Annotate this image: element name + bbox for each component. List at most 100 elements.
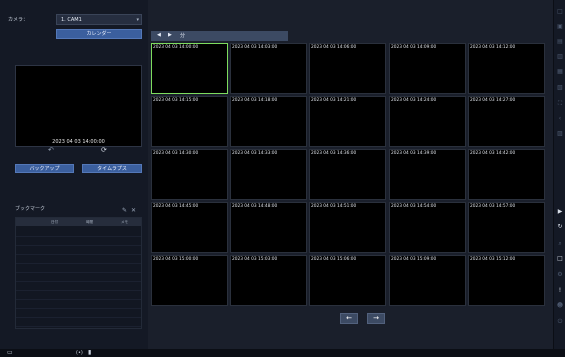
layout-custom-icon[interactable]: ▦ (556, 68, 564, 76)
thumbnail-cell[interactable]: 2023 04 03 15:06:00 (309, 255, 386, 306)
thumbnail-cell[interactable]: 2023 04 03 14:39:00 (389, 149, 466, 200)
thumbnail-timestamp: 2023 04 03 15:06:00 (311, 257, 357, 262)
thumbnail-timestamp: 2023 04 03 14:54:00 (391, 204, 437, 209)
page-prev-button[interactable]: ← (340, 313, 358, 324)
user-icon[interactable]: ☻ (556, 302, 564, 310)
thumbnail-timestamp: 2023 04 03 14:09:00 (391, 45, 437, 50)
thumbnail-timestamp: 2023 04 03 14:18:00 (232, 98, 278, 103)
layout-9-icon[interactable]: ▤ (556, 38, 564, 46)
thumbnail-timestamp: 2023 04 03 15:03:00 (232, 257, 278, 262)
thumbnail-timestamp: 2023 04 03 14:12:00 (470, 45, 516, 50)
thumbnail-timestamp: 2023 04 03 14:15:00 (153, 98, 199, 103)
thumbnail-timestamp: 2023 04 03 14:00:00 (153, 45, 199, 50)
monitor-icon[interactable]: ▭ (7, 349, 13, 356)
refresh-icon[interactable]: ↻ (556, 223, 564, 231)
thumbnail-cell[interactable]: 2023 04 03 14:00:00 (151, 43, 228, 94)
thumbnail-cell[interactable]: 2023 04 03 14:51:00 (309, 202, 386, 253)
thumbnail-timestamp: 2023 04 03 14:48:00 (232, 204, 278, 209)
thumbnail-timestamp: 2023 04 03 15:12:00 (470, 257, 516, 262)
thumbnail-timestamp: 2023 04 03 14:39:00 (391, 151, 437, 156)
playback-area: ◀ ▶ 分 2023 04 03 14:00:00 2023 04 03 14:0… (148, 0, 553, 349)
alert-icon[interactable]: ! (556, 287, 564, 295)
thumbnail-cell[interactable]: 2023 04 03 14:21:00 (309, 96, 386, 147)
settings-icon[interactable]: ⚙ (556, 271, 564, 279)
thumbnail-timestamp: 2023 04 03 14:33:00 (232, 151, 278, 156)
time-toolbar: ◀ ▶ 分 (151, 31, 288, 41)
bookmark-table-header: 日付 時間 メモ (16, 218, 141, 226)
power-icon[interactable]: ⏻ (556, 318, 564, 326)
timelapse-button[interactable]: タイムラプス (82, 164, 142, 173)
thumbnail-timestamp: 2023 04 03 15:00:00 (153, 257, 199, 262)
bookmark-table: 日付 時間 メモ (15, 217, 142, 329)
bookmark-row[interactable] (16, 317, 141, 327)
thumbnail-cell[interactable]: 2023 04 03 14:45:00 (151, 202, 228, 253)
next-icon[interactable]: ▶ (168, 32, 172, 38)
window-icon[interactable]: □ (556, 255, 564, 263)
column-header-time: 時間 (86, 220, 93, 224)
right-toolbar: □ ▣ ▤ ▥ ▦ ▧ ⛶ ‹ ▨ ▶ ↻ ⌕ □ ⚙! ☻ ⏻ (553, 0, 565, 349)
thumbnail-timestamp: 2023 04 03 15:09:00 (391, 257, 437, 262)
bookmark-title: ブックマーク (15, 206, 46, 212)
thumbnail-cell[interactable]: 2023 04 03 14:12:00 (468, 43, 545, 94)
layout-16-icon[interactable]: ▥ (556, 53, 564, 61)
layout-4-icon[interactable]: ▣ (556, 23, 564, 31)
thumbnail-timestamp: 2023 04 03 14:45:00 (153, 204, 199, 209)
thumbnail-timestamp: 2023 04 03 14:24:00 (391, 98, 437, 103)
rotate-icon[interactable]: ⟳ (101, 146, 107, 154)
status-bar: ▭ (•) ▮ (0, 349, 565, 357)
thumbnail-cell[interactable]: 2023 04 03 14:54:00 (389, 202, 466, 253)
thumbnail-cell[interactable]: 2023 04 03 15:00:00 (151, 255, 228, 306)
thumbnail-cell[interactable]: 2023 04 03 14:06:00 (309, 43, 386, 94)
thumbnail-cell[interactable]: 2023 04 03 15:12:00 (468, 255, 545, 306)
thumbnail-cell[interactable]: 2023 04 03 14:57:00 (468, 202, 545, 253)
thumbnail-timestamp: 2023 04 03 14:42:00 (470, 151, 516, 156)
camera-select-value: 1. CAM1 (61, 17, 82, 23)
thumbnail-cell[interactable]: 2023 04 03 14:27:00 (468, 96, 545, 147)
thumbnail-timestamp: 2023 04 03 14:36:00 (311, 151, 357, 156)
layout-1-icon[interactable]: □ (556, 8, 564, 16)
thumbnail-cell[interactable]: 2023 04 03 14:42:00 (468, 149, 545, 200)
page-next-button[interactable]: → (367, 313, 385, 324)
thumbnail-cell[interactable]: 2023 04 03 14:33:00 (230, 149, 307, 200)
record-icon[interactable]: ▮ (88, 349, 91, 356)
thumbnail-timestamp: 2023 04 03 14:51:00 (311, 204, 357, 209)
thumbnail-cell[interactable]: 2023 04 03 14:15:00 (151, 96, 228, 147)
play-icon[interactable]: ▶ (556, 208, 564, 216)
thumbnail-cell[interactable]: 2023 04 03 14:36:00 (309, 149, 386, 200)
thumbnail-cell[interactable]: 2023 04 03 15:03:00 (230, 255, 307, 306)
camera-select[interactable]: 1. CAM1 ▾ (56, 14, 142, 25)
thumbnail-cell[interactable]: 2023 04 03 14:18:00 (230, 96, 307, 147)
search-icon[interactable]: ⌕ (556, 240, 564, 248)
sequence-icon[interactable]: ▧ (556, 84, 564, 92)
thumbnail-timestamp: 2023 04 03 14:21:00 (311, 98, 357, 103)
thumbnail-timestamp: 2023 04 03 14:30:00 (153, 151, 199, 156)
thumbnail-timestamp: 2023 04 03 14:06:00 (311, 45, 357, 50)
column-header-memo: メモ (121, 220, 128, 224)
bookmark-edit-icon[interactable]: ✎ (122, 207, 127, 214)
column-header-date: 日付 (51, 220, 58, 224)
thumbnail-timestamp: 2023 04 03 14:27:00 (470, 98, 516, 103)
preview-timestamp: 2023 04 03 14:00:00 (52, 139, 105, 145)
thumbnail-cell[interactable]: 2023 04 03 14:48:00 (230, 202, 307, 253)
camera-label: カメラ： (8, 17, 29, 23)
bookmark-delete-icon[interactable]: ✕ (131, 207, 136, 214)
rewind-icon[interactable]: ↶ (48, 146, 54, 154)
thumbnail-timestamp: 2023 04 03 14:03:00 (232, 45, 278, 50)
thumbnail-cell[interactable]: 2023 04 03 14:24:00 (389, 96, 466, 147)
backup-button[interactable]: バックアップ (15, 164, 74, 173)
thumbnail-cell[interactable]: 2023 04 03 14:09:00 (389, 43, 466, 94)
thumbnail-cell[interactable]: 2023 04 03 14:03:00 (230, 43, 307, 94)
left-panel: カメラ： 1. CAM1 ▾ カレンダー 2023 04 03 14:00:00… (0, 0, 149, 349)
prev-icon[interactable]: ◀ (157, 32, 161, 38)
chevron-down-icon: ▾ (136, 17, 139, 23)
thumbnail-timestamp: 2023 04 03 14:57:00 (470, 204, 516, 209)
calendar-button[interactable]: カレンダー (56, 29, 142, 39)
time-unit-select[interactable]: 分 (180, 32, 185, 39)
collapse-icon[interactable]: ‹ (556, 115, 564, 123)
thumbnail-cell[interactable]: 2023 04 03 14:30:00 (151, 149, 228, 200)
grid-icon[interactable]: ▨ (556, 130, 564, 138)
audio-icon[interactable]: (•) (76, 350, 83, 356)
preview-window: 2023 04 03 14:00:00 (15, 65, 142, 147)
thumbnail-cell[interactable]: 2023 04 03 15:09:00 (389, 255, 466, 306)
fullscreen-icon[interactable]: ⛶ (556, 100, 564, 108)
